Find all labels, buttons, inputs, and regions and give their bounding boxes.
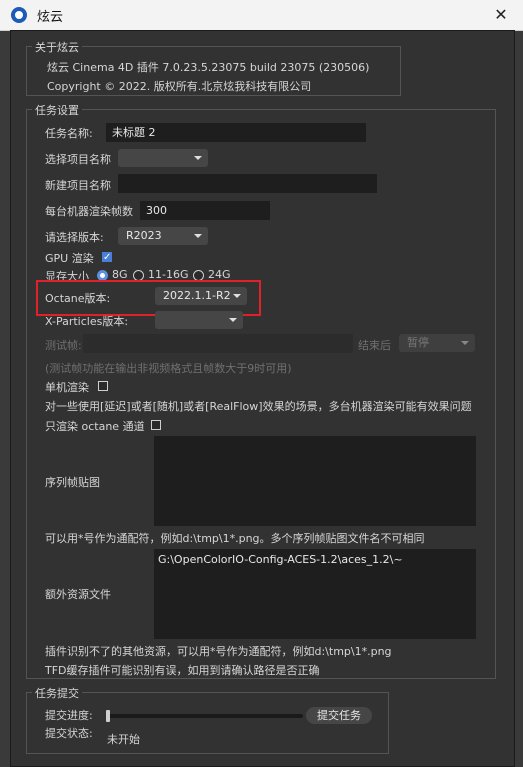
about-group-title: 关于炫云: [32, 39, 82, 55]
new-project-label: 新建项目名称: [45, 179, 111, 192]
cinema4d-app-icon: [11, 7, 27, 23]
test-frames-note: (测试帧功能在输出非视频格式且帧数大于9时可用): [45, 362, 292, 375]
extra-resources-textarea[interactable]: G:\OpenColorIO-Config-ACES-1.2\aces_1.2\…: [154, 549, 476, 639]
octane-only-label: 只渲染 octane 通道: [45, 420, 145, 433]
submit-status-label: 提交状态:: [45, 727, 93, 740]
xparticles-version-label: X-Particles版本:: [45, 315, 129, 328]
task-settings-group-title: 任务设置: [32, 102, 82, 118]
xparticles-version-dropdown[interactable]: [155, 311, 243, 329]
chevron-down-icon: [233, 294, 241, 298]
submit-task-button[interactable]: 提交任务: [306, 707, 372, 724]
single-machine-note: 对一些使用[延迟]或者[随机]或者[RealFlow]效果的场景，多台机器渲染可…: [45, 400, 472, 413]
select-project-label: 选择项目名称: [45, 153, 111, 166]
chevron-down-icon: [194, 234, 202, 238]
octane-only-checkbox[interactable]: [151, 420, 161, 430]
octane-version-dropdown[interactable]: 2022.1.1-R2: [155, 287, 247, 305]
submit-progress-label: 提交进度:: [45, 709, 93, 722]
version-dropdown[interactable]: R2023: [118, 227, 208, 245]
chevron-down-icon: [229, 318, 237, 322]
submit-status-value: 未开始: [107, 733, 140, 746]
test-frames-input: [83, 334, 353, 353]
extra-resources-label: 额外资源文件: [45, 588, 111, 601]
extra-resources-note-2: TFD缓存插件可能识别有误，如用到请确认路径是否正确: [45, 664, 320, 677]
version-label: 请选择版本:: [45, 231, 104, 244]
select-project-dropdown[interactable]: [118, 149, 208, 167]
submit-progress-handle: [106, 710, 110, 722]
task-name-input[interactable]: 未标题 2: [106, 123, 366, 142]
single-machine-checkbox[interactable]: [98, 381, 108, 391]
window-title: 炫云: [37, 10, 64, 25]
frames-per-machine-input[interactable]: 300: [140, 201, 270, 220]
test-frames-label: 测试帧:: [45, 339, 82, 352]
task-name-label: 任务名称:: [45, 127, 93, 140]
octane-version-value: 2022.1.1-R2: [163, 289, 231, 302]
frames-per-machine-label: 每台机器渲染帧数: [45, 205, 133, 218]
window-titlebar: 炫云 ✕: [0, 0, 523, 31]
after-end-dropdown: 暂停: [399, 334, 475, 352]
octane-version-label: Octane版本:: [45, 292, 111, 305]
sequence-texture-textarea[interactable]: [154, 436, 476, 526]
submit-progress-track: [107, 714, 303, 718]
single-machine-label: 单机渲染: [45, 381, 89, 394]
after-end-value: 暂停: [407, 336, 429, 349]
close-icon[interactable]: ✕: [491, 5, 511, 25]
gpu-render-label: GPU 渲染: [45, 252, 94, 265]
about-copyright-text: Copyright © 2022. 版权所有.北京炫我科技有限公司: [47, 80, 312, 93]
chevron-down-icon: [461, 341, 469, 345]
sequence-texture-label: 序列帧贴图: [45, 476, 100, 489]
extra-resources-note-1: 插件识别不了的其他资源，可以用*号作为通配符，例如d:\tmp\1*.png: [45, 645, 392, 658]
about-version-text: 炫云 Cinema 4D 插件 7.0.23.5.23075 build 230…: [47, 61, 370, 74]
dialog-panel: 关于炫云 炫云 Cinema 4D 插件 7.0.23.5.23075 buil…: [10, 30, 515, 767]
gpu-render-checkbox[interactable]: ✓: [102, 252, 112, 263]
submit-group-title: 任务提交: [32, 685, 82, 701]
chevron-down-icon: [194, 156, 202, 160]
after-end-label: 结束后: [358, 339, 391, 352]
version-value: R2023: [126, 229, 162, 242]
sequence-texture-note: 可以用*号作为通配符，例如d:\tmp\1*.png。多个序列帧贴图文件名不可相…: [45, 532, 425, 545]
new-project-input[interactable]: [118, 174, 377, 193]
